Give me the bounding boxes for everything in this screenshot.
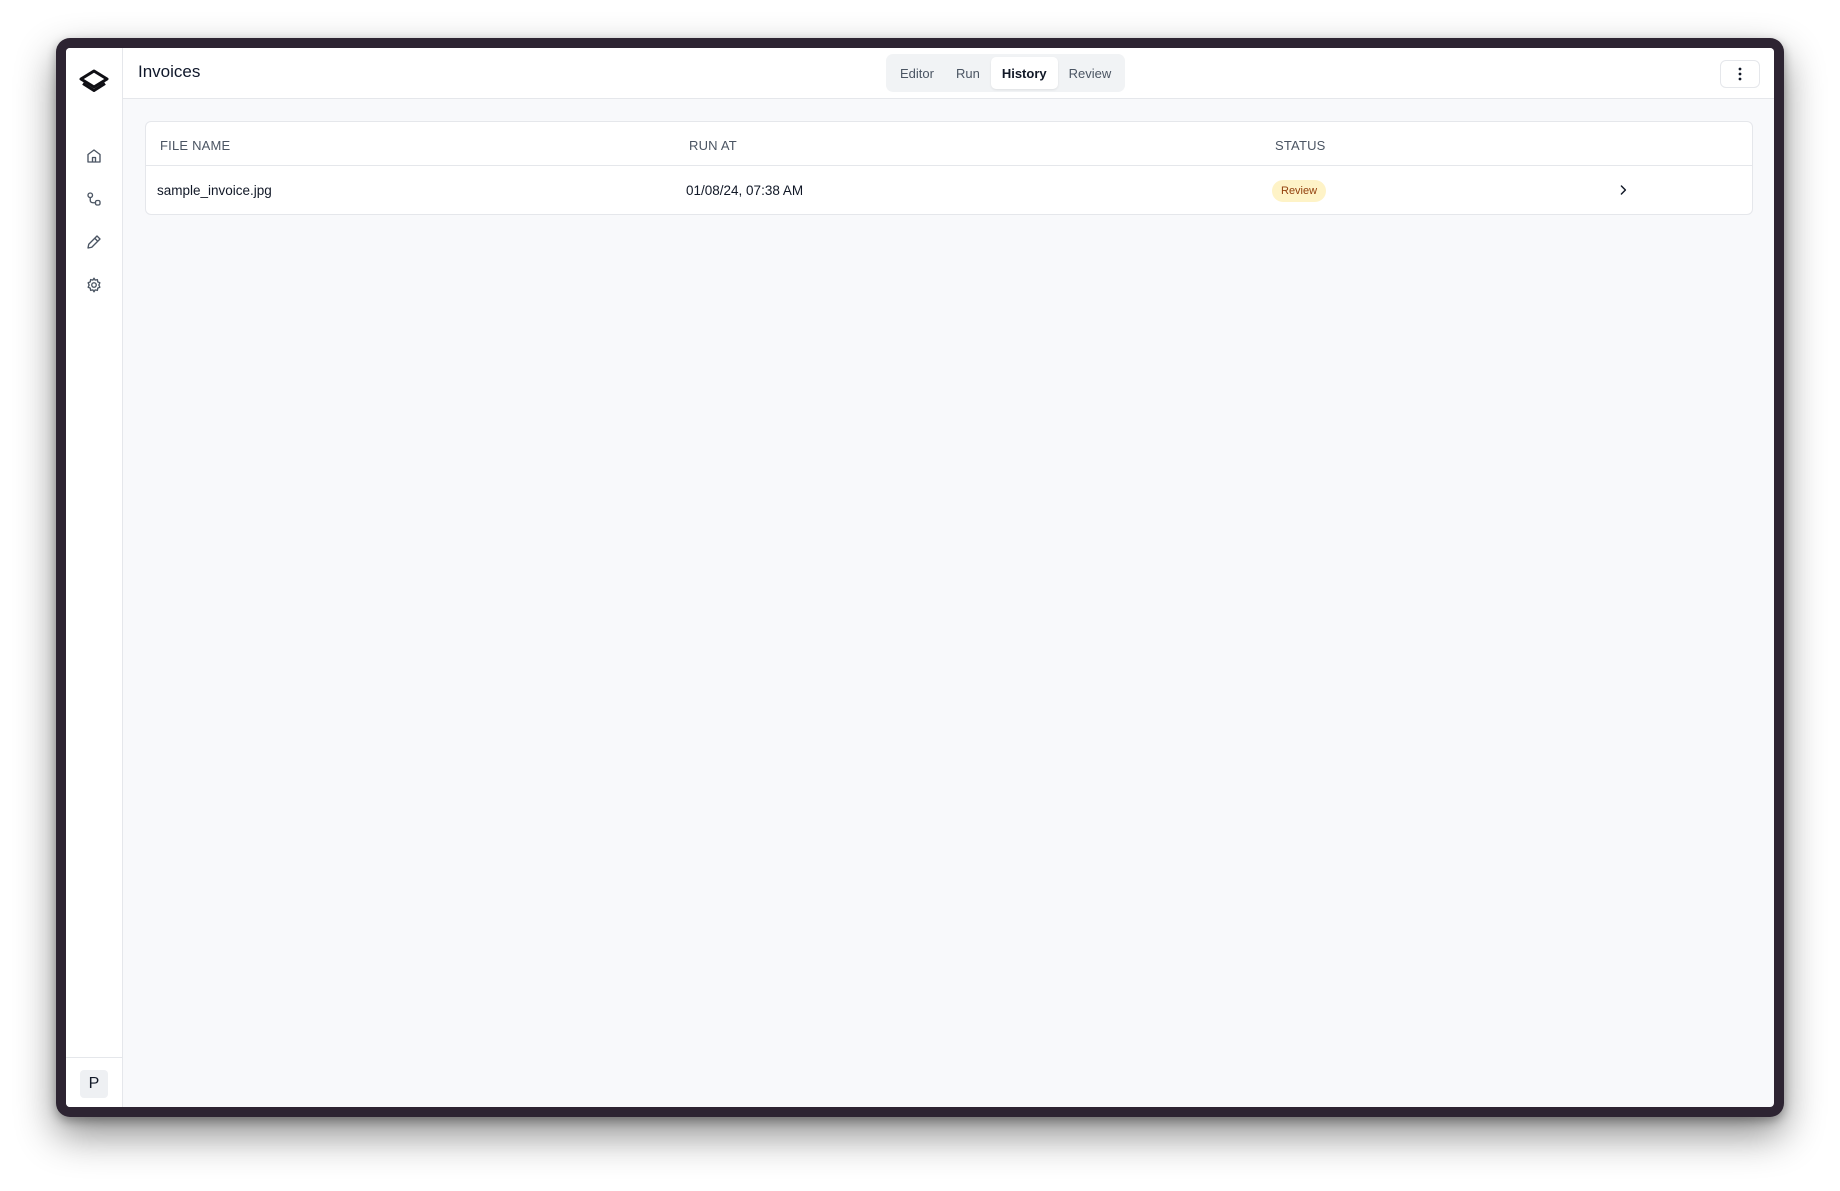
tab-editor[interactable]: Editor: [889, 57, 945, 89]
status-badge: Review: [1272, 180, 1327, 202]
sidebar-item-home[interactable]: [80, 142, 108, 170]
table-row[interactable]: sample_invoice.jpg 01/08/24, 07:38 AM Re…: [146, 166, 1752, 214]
tab-run[interactable]: Run: [945, 57, 991, 89]
home-icon: [87, 149, 101, 163]
table-header: FILE NAME RUN AT STATUS: [146, 122, 1752, 166]
avatar[interactable]: P: [80, 1070, 108, 1098]
sidebar-item-settings[interactable]: [80, 271, 108, 299]
page-title: Invoices: [138, 62, 201, 81]
file-name-cell: sample_invoice.jpg: [157, 183, 272, 198]
column-header-file-name: FILE NAME: [160, 138, 231, 153]
tab-history[interactable]: History: [990, 57, 1058, 89]
app-window: P Invoices Editor Run History Review FIL…: [66, 48, 1774, 1107]
gear-icon: [87, 277, 101, 293]
device-frame: P Invoices Editor Run History Review FIL…: [56, 38, 1784, 1117]
sidebar-footer: P: [66, 1057, 123, 1107]
run-at-cell: 01/08/24, 07:38 AM: [686, 183, 804, 198]
top-header: Invoices Editor Run History Review: [123, 48, 1774, 99]
app-logo-icon[interactable]: [78, 66, 110, 98]
column-header-status: STATUS: [1275, 138, 1326, 153]
view-tabs: Editor Run History Review: [886, 54, 1126, 92]
chevron-right-icon[interactable]: [1616, 182, 1630, 198]
tab-review[interactable]: Review: [1058, 57, 1123, 89]
sidebar-item-editor[interactable]: [80, 228, 108, 256]
sidebar: P: [66, 48, 123, 1107]
column-header-run-at: RUN AT: [689, 138, 737, 153]
workflow-icon: [87, 192, 101, 206]
more-options-button[interactable]: [1720, 60, 1760, 88]
pen-icon: [87, 235, 101, 249]
vertical-dots-icon: [1738, 67, 1742, 81]
history-table: FILE NAME RUN AT STATUS sample_invoice.j…: [145, 121, 1753, 215]
sidebar-item-workflows[interactable]: [80, 185, 108, 213]
